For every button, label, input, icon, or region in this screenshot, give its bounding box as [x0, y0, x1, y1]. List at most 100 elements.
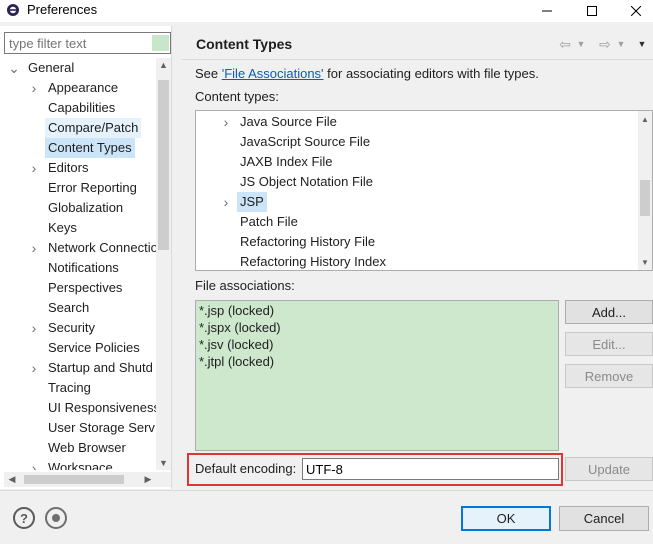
tree-item-label: Service Policies: [48, 340, 140, 355]
scroll-right-icon[interactable]: ▶: [142, 472, 154, 487]
tree-item[interactable]: Content Types: [45, 138, 135, 158]
scroll-down-icon[interactable]: ▼: [158, 456, 169, 470]
cancel-button[interactable]: Cancel: [559, 506, 649, 531]
add-button[interactable]: Add...: [565, 300, 653, 324]
scroll-up-icon[interactable]: ▲: [158, 58, 169, 72]
remove-button[interactable]: Remove: [565, 364, 653, 388]
content-type-item[interactable]: › Java Source File: [224, 112, 340, 132]
tree-item-label: User Storage Serv: [48, 420, 155, 435]
page-title: Content Types: [196, 36, 293, 52]
file-associations-hint: See 'File Associations' for associating …: [195, 66, 539, 81]
scroll-up-icon[interactable]: ▲: [639, 113, 651, 125]
hint-prefix: See: [195, 66, 222, 81]
ok-button[interactable]: OK: [461, 506, 551, 531]
forward-dropdown-icon[interactable]: ▼: [616, 36, 626, 52]
file-association-item[interactable]: *.jsp (locked): [199, 302, 274, 319]
content-type-label: JSP: [237, 192, 267, 212]
tree-item[interactable]: UI Responsiveness: [45, 398, 156, 418]
content-types-tree[interactable]: › Java Source File JavaScript Source File J…: [195, 110, 653, 271]
scroll-down-icon[interactable]: ▼: [639, 256, 651, 268]
content-type-label: JAXB Index File: [240, 154, 333, 169]
content-type-label: Refactoring History Index: [240, 254, 386, 269]
tree-item[interactable]: Web Browser: [45, 438, 129, 458]
tree-item-label: Keys: [48, 220, 77, 235]
file-association-item[interactable]: *.jtpl (locked): [199, 353, 274, 370]
tree-item[interactable]: Keys: [45, 218, 80, 238]
close-button[interactable]: [614, 0, 653, 22]
tree-item-label: Globalization: [48, 200, 124, 215]
content-type-label: Refactoring History File: [240, 234, 376, 249]
maximize-button[interactable]: [570, 0, 614, 22]
tree-vertical-scroll-thumb[interactable]: [158, 80, 169, 250]
file-associations-label: File associations:: [195, 278, 295, 293]
content-type-item[interactable]: Refactoring History Index: [237, 252, 389, 270]
window-title: Preferences: [27, 2, 98, 17]
tree-item[interactable]: Perspectives: [45, 278, 125, 298]
tree-item[interactable]: Notifications: [45, 258, 122, 278]
chevron-right-icon[interactable]: ›: [29, 318, 39, 338]
back-arrow-icon[interactable]: ⇦: [556, 36, 574, 52]
tree-horizontal-scroll-thumb[interactable]: [24, 475, 124, 484]
default-encoding-input[interactable]: [302, 458, 559, 480]
chevron-right-icon[interactable]: ›: [29, 158, 39, 178]
tree-item-label: Compare/Patch: [45, 118, 142, 138]
record-icon[interactable]: [45, 507, 67, 529]
chevron-right-icon[interactable]: ›: [221, 112, 231, 132]
update-button[interactable]: Update: [565, 457, 653, 481]
clear-filter-icon[interactable]: [152, 35, 169, 51]
content-type-item[interactable]: JavaScript Source File: [237, 132, 373, 152]
tree-item[interactable]: Error Reporting: [45, 178, 140, 198]
tree-item[interactable]: User Storage Serv: [45, 418, 156, 438]
tree-item-label: Perspectives: [48, 280, 123, 295]
default-encoding-label: Default encoding:: [195, 461, 297, 476]
chevron-right-icon[interactable]: ›: [29, 78, 39, 98]
tree-item[interactable]: › Workspace: [32, 458, 116, 470]
file-associations-list[interactable]: *.jsp (locked) *.jspx (locked) *.jsv (lock…: [195, 300, 559, 451]
content-type-label: JavaScript Source File: [240, 134, 371, 149]
footer-separator: [0, 490, 653, 491]
tree-item[interactable]: › Appearance: [32, 78, 121, 98]
tree-item[interactable]: Compare/Patch: [45, 118, 142, 138]
tree-item[interactable]: › Editors: [32, 158, 91, 178]
maximize-icon: [587, 6, 597, 16]
tree-item[interactable]: › Network Connectio: [32, 238, 156, 258]
content-type-item[interactable]: Patch File: [237, 212, 301, 232]
tree-item-label: Editors: [48, 160, 89, 175]
tree-item[interactable]: Service Policies: [45, 338, 143, 358]
file-association-item[interactable]: *.jsv (locked): [199, 336, 273, 353]
file-association-item[interactable]: *.jspx (locked): [199, 319, 281, 336]
chevron-down-icon[interactable]: ⌄: [8, 58, 20, 78]
chevron-right-icon[interactable]: ›: [29, 458, 39, 470]
file-associations-link[interactable]: 'File Associations': [222, 66, 324, 81]
chevron-right-icon[interactable]: ›: [221, 192, 231, 212]
tree-item[interactable]: Tracing: [45, 378, 94, 398]
content-type-label: JS Object Notation File: [240, 174, 373, 189]
tree-item[interactable]: › Startup and Shutd: [32, 358, 156, 378]
back-dropdown-icon[interactable]: ▼: [576, 36, 586, 52]
chevron-right-icon[interactable]: ›: [29, 358, 39, 378]
tree-item[interactable]: ⌄ General: [8, 58, 77, 78]
tree-item-label: Network Connectio: [48, 240, 156, 255]
tree-item[interactable]: Globalization: [45, 198, 126, 218]
content-types-scroll-thumb[interactable]: [640, 180, 650, 216]
content-type-label: Java Source File: [240, 114, 337, 129]
content-type-item[interactable]: JAXB Index File: [237, 152, 336, 172]
tree-item-label: Startup and Shutd: [48, 360, 153, 375]
filter-input[interactable]: [7, 34, 147, 52]
content-type-item[interactable]: Refactoring History File: [237, 232, 378, 252]
tree-item-label: Tracing: [48, 380, 91, 395]
tree-item-label: Appearance: [48, 80, 119, 95]
tree-item[interactable]: Search: [45, 298, 92, 318]
tree-item[interactable]: › Security: [32, 318, 98, 338]
help-icon[interactable]: ?: [13, 507, 35, 529]
filter-field[interactable]: [4, 32, 171, 54]
minimize-button[interactable]: [525, 0, 569, 22]
scroll-left-icon[interactable]: ◀: [6, 472, 18, 487]
content-type-item[interactable]: JS Object Notation File: [237, 172, 376, 192]
tree-item[interactable]: Capabilities: [45, 98, 118, 118]
forward-arrow-icon[interactable]: ⇨: [596, 36, 614, 52]
edit-button[interactable]: Edit...: [565, 332, 653, 356]
content-type-item[interactable]: › JSP: [224, 192, 267, 212]
view-menu-icon[interactable]: ▼: [636, 36, 648, 52]
chevron-right-icon[interactable]: ›: [29, 238, 39, 258]
